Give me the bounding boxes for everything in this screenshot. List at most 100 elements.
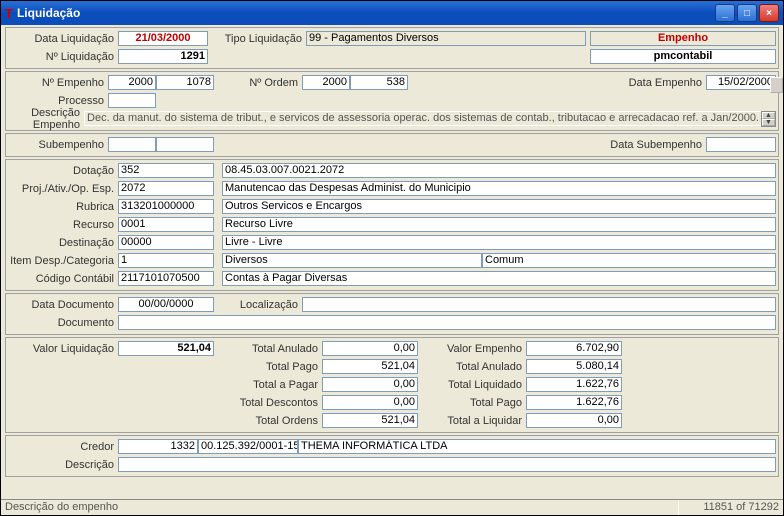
emp-total-anulado-label: Total Anulado: [426, 361, 526, 373]
total-a-pagar-label: Total a Pagar: [222, 379, 322, 391]
valor-liq-label: Valor Liquidação: [8, 343, 118, 355]
credor-descricao-field[interactable]: [118, 457, 776, 472]
item-label: Item Desp./Categoria: [8, 255, 118, 267]
credor-b-field[interactable]: 00.125.392/0001-15: [198, 439, 298, 454]
data-doc-label: Data Documento: [8, 299, 118, 311]
recurso-b-field: Recurso Livre: [222, 217, 776, 232]
totais-group: Valor Liquidação 521,04 Total Anulado 0,…: [5, 337, 779, 433]
nro-empenho-label: Nº Empenho: [8, 77, 108, 89]
data-subempenho-label: Data Subempenho: [596, 139, 706, 151]
credor-a-field[interactable]: 1332: [118, 439, 198, 454]
empenho-group: Nº Empenho 2000 1078 Nº Ordem 2000 538 D…: [5, 71, 779, 131]
dotacao-b-field: 08.45.03.007.0021.2072: [222, 163, 776, 178]
total-pago-label: Total Pago: [222, 361, 322, 373]
total-descontos-field: 0,00: [322, 395, 418, 410]
nro-empenho-b-field[interactable]: 1078: [156, 75, 214, 90]
subempenho-a-field[interactable]: [108, 137, 156, 152]
subempenho-label: Subempenho: [8, 139, 108, 151]
status-right: 11851 of 71292: [679, 501, 779, 515]
emp-total-a-liquidar-label: Total a Liquidar: [426, 415, 526, 427]
descricao-empenho-label: Descrição Empenho: [8, 107, 84, 131]
scroll-down-icon[interactable]: ▼: [762, 119, 775, 126]
statusbar: Descrição do empenho 11851 of 71292: [1, 499, 783, 515]
data-empenho-field[interactable]: 15/02/2000: [706, 75, 776, 90]
header-group: Data Liquidação 21/03/2000 Tipo Liquidaç…: [5, 27, 779, 69]
descricao-empenho-field[interactable]: Dec. da manut. do sistema de tribut., e …: [84, 111, 761, 126]
emp-total-liquidado-label: Total Liquidado: [426, 379, 526, 391]
data-liquidacao-label: Data Liquidação: [8, 33, 118, 45]
valor-empenho-field: 6.702,90: [526, 341, 622, 356]
total-a-pagar-field: 0,00: [322, 377, 418, 392]
credor-descricao-label: Descrição: [8, 459, 118, 471]
nro-liquidacao-field[interactable]: 1291: [118, 49, 208, 64]
titlebar: T Liquidação _ □ ×: [1, 1, 783, 25]
nro-ordem-b-field[interactable]: 538: [350, 75, 408, 90]
close-button[interactable]: ×: [759, 4, 779, 22]
credor-group: Credor 1332 00.125.392/0001-15 THEMA INF…: [5, 435, 779, 477]
dotacao-group: Dotação 352 08.45.03.007.0021.2072 Proj.…: [5, 159, 779, 291]
data-liquidacao-field[interactable]: 21/03/2000: [118, 31, 208, 46]
documento-label: Documento: [8, 317, 118, 329]
data-subempenho-field[interactable]: [706, 137, 776, 152]
proj-b-field: Manutencao das Despesas Administ. do Mun…: [222, 181, 776, 196]
total-descontos-label: Total Descontos: [222, 397, 322, 409]
emp-total-pago-label: Total Pago: [426, 397, 526, 409]
nro-ordem-label: Nº Ordem: [232, 77, 302, 89]
emp-total-pago-field: 1.622,76: [526, 395, 622, 410]
user-field: pmcontabil: [590, 49, 776, 64]
maximize-button[interactable]: □: [737, 4, 757, 22]
tipo-liquidacao-label: Tipo Liquidação: [216, 33, 306, 45]
documento-field[interactable]: [118, 315, 776, 330]
codigo-b-field: Contas à Pagar Diversas: [222, 271, 776, 286]
localizacao-field[interactable]: [302, 297, 776, 312]
proj-label: Proj./Ativ./Op. Esp.: [8, 183, 118, 195]
total-ordens-field: 521,04: [322, 413, 418, 428]
rubrica-b-field: Outros Servicos e Encargos: [222, 199, 776, 214]
total-ordens-label: Total Ordens: [222, 415, 322, 427]
item-a-field[interactable]: 1: [118, 253, 214, 268]
data-doc-field[interactable]: 00/00/0000: [118, 297, 214, 312]
tipo-liquidacao-field: 99 - Pagamentos Diversos: [306, 31, 586, 46]
codigo-a-field[interactable]: 2117101070500: [118, 271, 214, 286]
credor-label: Credor: [8, 441, 118, 453]
localizacao-label: Localização: [222, 299, 302, 311]
recurso-a-field[interactable]: 0001: [118, 217, 214, 232]
rubrica-a-field[interactable]: 313201000000: [118, 199, 214, 214]
status-left: Descrição do empenho: [5, 501, 679, 515]
valor-liq-field[interactable]: 521,04: [118, 341, 214, 356]
empenho-label: Empenho: [590, 31, 776, 46]
destinacao-b-field: Livre - Livre: [222, 235, 776, 250]
nro-empenho-a-field[interactable]: 2000: [108, 75, 156, 90]
proj-a-field[interactable]: 2072: [118, 181, 214, 196]
nro-liquidacao-label: Nº Liquidação: [8, 51, 118, 63]
minimize-button[interactable]: _: [715, 4, 735, 22]
descricao-scroll[interactable]: ▲ ▼: [761, 111, 776, 127]
nro-ordem-a-field[interactable]: 2000: [302, 75, 350, 90]
credor-c-field: THEMA INFORMÁTICA LTDA: [298, 439, 776, 454]
destinacao-a-field[interactable]: 00000: [118, 235, 214, 250]
item-c-field: Comum: [482, 253, 776, 268]
main-scrollbar[interactable]: [770, 77, 783, 93]
processo-field[interactable]: [108, 93, 156, 108]
subempenho-b-field[interactable]: [156, 137, 214, 152]
processo-label: Processo: [8, 95, 108, 107]
item-b-field: Diversos: [222, 253, 482, 268]
dotacao-a-field[interactable]: 352: [118, 163, 214, 178]
window-title: Liquidação: [17, 6, 713, 20]
total-anulado-field: 0,00: [322, 341, 418, 356]
codigo-label: Código Contábil: [8, 273, 118, 285]
app-icon: T: [5, 6, 13, 21]
emp-total-liquidado-field: 1.622,76: [526, 377, 622, 392]
subempenho-group: Subempenho Data Subempenho: [5, 133, 779, 157]
documento-group: Data Documento 00/00/0000 Localização Do…: [5, 293, 779, 335]
total-anulado-label: Total Anulado: [222, 343, 322, 355]
total-pago-field: 521,04: [322, 359, 418, 374]
rubrica-label: Rubrica: [8, 201, 118, 213]
destinacao-label: Destinação: [8, 237, 118, 249]
dotacao-label: Dotação: [8, 165, 118, 177]
scroll-up-icon[interactable]: ▲: [762, 112, 775, 119]
valor-empenho-label: Valor Empenho: [426, 343, 526, 355]
emp-total-anulado-field: 5.080,14: [526, 359, 622, 374]
data-empenho-label: Data Empenho: [616, 77, 706, 89]
recurso-label: Recurso: [8, 219, 118, 231]
